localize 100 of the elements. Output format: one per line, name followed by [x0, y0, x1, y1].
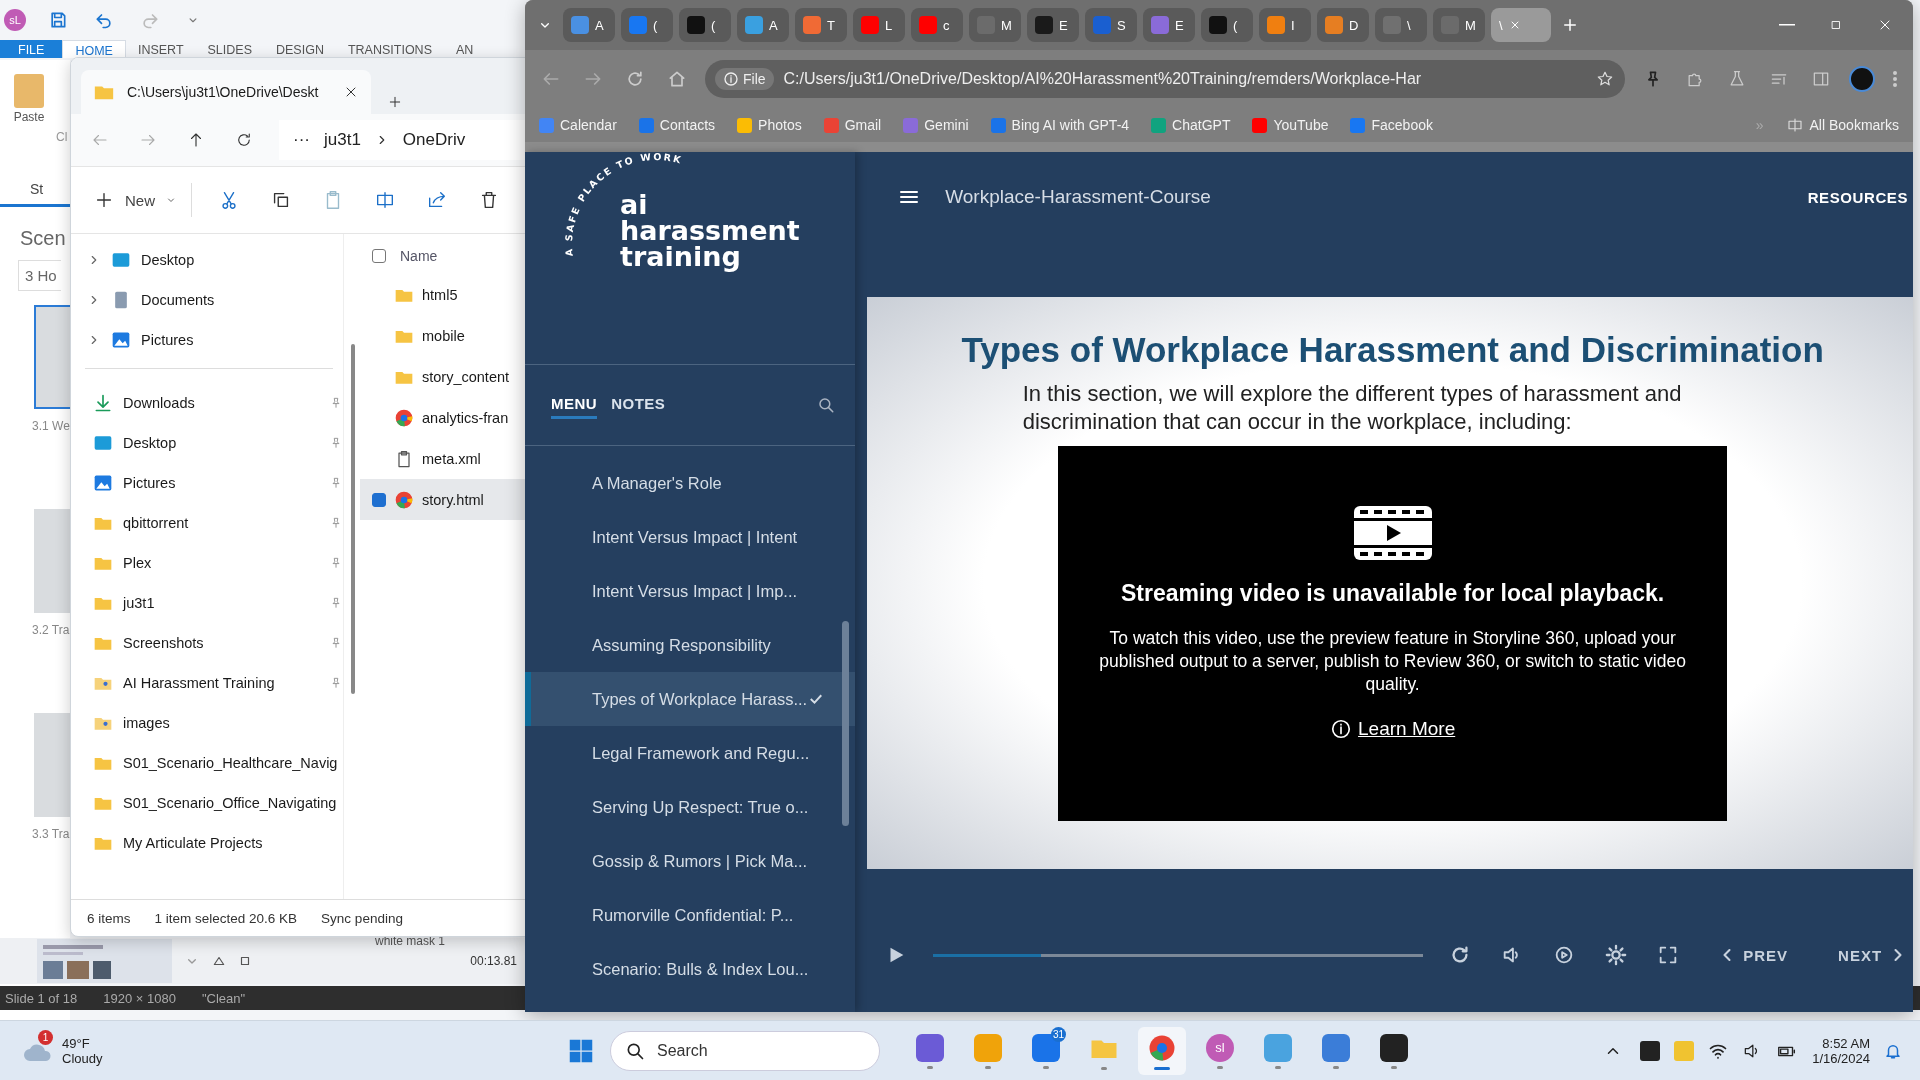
panel-tab[interactable]: NOTES: [611, 391, 666, 419]
nav-item[interactable]: ju3t1: [71, 583, 343, 623]
browser-tab[interactable]: (: [1201, 8, 1253, 42]
menu-item[interactable]: Scenario: Bulls & Index Lou...: [525, 942, 856, 996]
pin-icon[interactable]: [329, 516, 343, 530]
nav-item[interactable]: Screenshots: [71, 623, 343, 663]
menu-item[interactable]: Legal Framework and Regu...: [525, 726, 856, 780]
nav-item[interactable]: Downloads: [71, 383, 343, 423]
seek-bar[interactable]: [933, 953, 1424, 957]
menu-item[interactable]: Types of Workplace Harass...: [525, 672, 856, 726]
browser-tab[interactable]: I: [1259, 8, 1311, 42]
browser-tab[interactable]: A: [737, 8, 789, 42]
ribbon-tab[interactable]: INSERT: [125, 40, 196, 58]
bookmark[interactable]: Gemini: [903, 117, 969, 133]
search-field[interactable]: Search: [610, 1031, 880, 1071]
scene-field[interactable]: 3 Ho: [18, 260, 61, 291]
new-button[interactable]: New: [87, 183, 192, 217]
nav-item[interactable]: Pictures: [71, 463, 343, 503]
pin-icon[interactable]: [329, 476, 343, 490]
pin-icon[interactable]: [329, 676, 343, 690]
scrollbar[interactable]: [842, 621, 850, 826]
ribbon-tab[interactable]: FILE: [0, 40, 63, 58]
taskbar-app[interactable]: 31: [1022, 1027, 1070, 1075]
menu-item[interactable]: Serving Up Respect: True o...: [525, 780, 856, 834]
nav-item[interactable]: S01_Scenario_Office_Navigating: [71, 783, 343, 823]
app-tray-icon[interactable]: [1640, 1041, 1661, 1061]
paste-button[interactable]: Paste: [4, 74, 54, 124]
bookmark[interactable]: Contacts: [638, 117, 716, 133]
address-bar[interactable]: ··· ju3t1 OneDriv: [279, 120, 526, 160]
panel-tab[interactable]: MENU: [551, 391, 598, 419]
learn-more-link[interactable]: Learn More: [1358, 718, 1456, 740]
menu-item[interactable]: Gossip & Rumors | Pick Ma...: [525, 834, 856, 888]
info-icon: [1330, 718, 1353, 740]
file-row[interactable]: meta.xml: [360, 438, 526, 479]
nav-item[interactable]: S01_Scenario_Healthcare_Navig: [71, 743, 343, 783]
ribbon-tab[interactable]: SLIDES: [195, 40, 264, 58]
ribbon-tab[interactable]: DESIGN: [264, 40, 336, 58]
bookmark[interactable]: YouTube: [1252, 117, 1329, 133]
explorer-tab[interactable]: C:\Users\ju3t1\OneDrive\Deskt: [81, 70, 371, 114]
browser-tab[interactable]: M: [1433, 8, 1485, 42]
file-row[interactable]: analytics-fran: [360, 397, 526, 438]
browser-tab[interactable]: E: [1027, 8, 1079, 42]
site-info-chip[interactable]: File: [715, 68, 774, 90]
browser-tab[interactable]: (: [621, 8, 673, 42]
browser-tab[interactable]: \: [1375, 8, 1427, 42]
browser-tab[interactable]: T: [795, 8, 847, 42]
nav-item[interactable]: images: [71, 703, 343, 743]
ribbon-tab[interactable]: HOME: [62, 40, 126, 58]
nav-item[interactable]: Desktop: [71, 240, 343, 280]
browser-tab[interactable]: D: [1317, 8, 1369, 42]
next-button[interactable]: NEXT: [1838, 945, 1909, 965]
menu-item[interactable]: Rumorville Confidential: P...: [525, 888, 856, 942]
ribbon-tab[interactable]: TRANSITIONS: [335, 40, 444, 58]
bookmark[interactable]: Photos: [737, 117, 802, 133]
resources-button[interactable]: RESOURCES: [1807, 188, 1913, 206]
nav-item[interactable]: My Articulate Projects: [71, 823, 343, 863]
profile-avatar[interactable]: [1849, 66, 1875, 92]
breadcrumb[interactable]: ju3t1: [324, 130, 361, 150]
ribbon-tab[interactable]: AN: [444, 40, 486, 58]
bookmark[interactable]: Facebook: [1350, 117, 1433, 133]
prev-button[interactable]: PREV: [1717, 945, 1789, 965]
taskbar-app[interactable]: sl: [1196, 1027, 1244, 1075]
browser-tab[interactable]: M: [969, 8, 1021, 42]
pin-icon[interactable]: [329, 436, 343, 450]
pin-icon[interactable]: [329, 636, 343, 650]
file-row[interactable]: html5: [360, 274, 526, 315]
browser-tab[interactable]: L: [853, 8, 905, 42]
bookmark[interactable]: Bing AI with GPT-4: [990, 117, 1130, 133]
view-tab[interactable]: St: [30, 181, 44, 197]
address-bar[interactable]: File C:/Users/ju3t1/OneDrive/Desktop/AI%20Harassment%20Training/remders/Workplace-Har: [705, 60, 1625, 98]
nav-item[interactable]: Desktop: [71, 423, 343, 463]
breadcrumb[interactable]: OneDriv: [402, 130, 466, 150]
more-crumbs[interactable]: ···: [293, 130, 310, 150]
column-header[interactable]: Name: [400, 248, 438, 264]
bookmark[interactable]: Calendar: [539, 117, 617, 133]
pin-icon[interactable]: [329, 396, 343, 410]
nav-item[interactable]: qbittorrent: [71, 503, 343, 543]
nav-item[interactable]: Plex: [71, 543, 343, 583]
file-row[interactable]: story_content: [360, 356, 526, 397]
menu-item[interactable]: A Manager's Role: [525, 456, 856, 510]
browser-tab[interactable]: S: [1085, 8, 1137, 42]
nav-item[interactable]: Documents: [71, 280, 343, 320]
menu-item[interactable]: Intent Versus Impact | Imp...: [525, 564, 856, 618]
nav-item[interactable]: AI Harassment Training: [71, 663, 343, 703]
pin-icon[interactable]: [329, 596, 343, 610]
pin-icon[interactable]: [329, 556, 343, 570]
nav-item[interactable]: Pictures: [71, 320, 343, 360]
bookmark-folder[interactable]: All Bookmarks: [1785, 116, 1899, 134]
bookmark[interactable]: ChatGPT: [1151, 117, 1231, 133]
bookmark[interactable]: Gmail: [823, 117, 882, 133]
menu-item[interactable]: Assuming Responsibility: [525, 618, 856, 672]
browser-tab[interactable]: E: [1143, 8, 1195, 42]
scrollbar[interactable]: [351, 344, 355, 694]
browser-tab[interactable]: c: [911, 8, 963, 42]
file-row[interactable]: mobile: [360, 315, 526, 356]
menu-item[interactable]: Intent Versus Impact | Intent: [525, 510, 856, 564]
browser-tab[interactable]: A: [563, 8, 615, 42]
file-row[interactable]: story.html: [360, 479, 526, 520]
select-all-checkbox[interactable]: [372, 249, 386, 263]
browser-tab[interactable]: (: [679, 8, 731, 42]
